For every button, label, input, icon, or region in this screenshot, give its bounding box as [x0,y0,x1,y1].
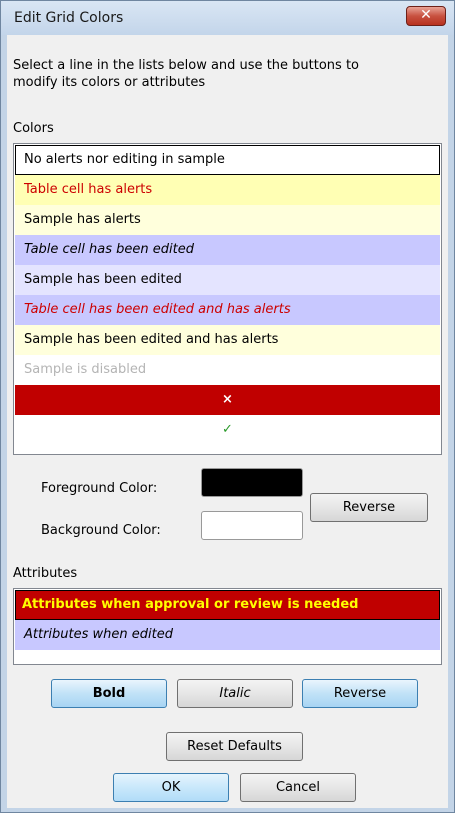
attribute-item-edited[interactable]: Attributes when edited [15,620,440,650]
color-item-sample-edited[interactable]: Sample has been edited [15,265,440,295]
color-item-sample-edited-alerts[interactable]: Sample has been edited and has alerts [15,325,440,355]
bold-button[interactable]: Bold [51,679,167,708]
dialog-client-area: Select a line in the lists below and use… [7,35,448,808]
color-item-cell-alerts[interactable]: Table cell has alerts [15,175,440,205]
background-color-label: Background Color: [41,523,161,538]
color-item-sample-disabled[interactable]: Sample is disabled [15,355,440,385]
color-item-sample-alerts[interactable]: Sample has alerts [15,205,440,235]
italic-button[interactable]: Italic [177,679,293,708]
ok-button[interactable]: OK [113,773,229,802]
edit-grid-colors-dialog: Edit Grid Colors ✕ Select a line in the … [0,0,455,813]
reverse-colors-button[interactable]: Reverse [310,493,428,522]
color-item-cell-edited[interactable]: Table cell has been edited [15,235,440,265]
attribute-item-approval-needed[interactable]: Attributes when approval or review is ne… [15,590,440,620]
reverse-attribute-button[interactable]: Reverse [302,679,418,708]
reset-defaults-button[interactable]: Reset Defaults [166,732,303,761]
color-item-approved[interactable]: ✓ [15,415,440,445]
title-bar[interactable]: Edit Grid Colors ✕ [1,1,454,35]
window-title: Edit Grid Colors [14,10,124,26]
color-item-cell-edited-alerts[interactable]: Table cell has been edited and has alert… [15,295,440,325]
instructions-text: Select a line in the lists below and use… [13,58,359,90]
foreground-color-swatch[interactable] [201,468,303,497]
colors-label: Colors [13,121,54,136]
attributes-list[interactable]: Attributes when approval or review is ne… [13,588,442,665]
close-icon[interactable]: ✕ [406,6,446,26]
attributes-label: Attributes [13,566,78,581]
background-color-swatch[interactable] [201,511,303,540]
cancel-button[interactable]: Cancel [240,773,356,802]
colors-list[interactable]: No alerts nor editing in sample Table ce… [13,143,442,455]
color-item-no-alerts[interactable]: No alerts nor editing in sample [15,145,440,175]
foreground-color-label: Foreground Color: [41,481,158,496]
color-item-rejected[interactable]: × [15,385,440,415]
